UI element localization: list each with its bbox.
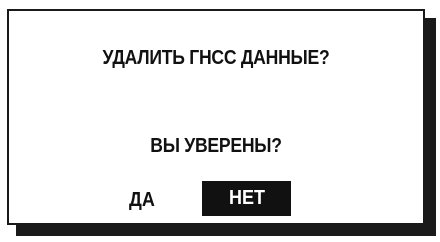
no-option-label: НЕТ <box>228 187 265 209</box>
no-option-selected[interactable]: НЕТ <box>202 181 291 216</box>
confirm-question: ВЫ УВЕРЕНЫ? <box>150 135 282 157</box>
confirm-dialog: УДАЛИТЬ ГНСС ДАННЫЕ? ВЫ УВЕРЕНЫ? ДА НЕТ <box>7 9 425 225</box>
yes-option[interactable]: ДА <box>129 189 155 212</box>
dialog-title: УДАЛИТЬ ГНСС ДАННЫЕ? <box>102 47 330 69</box>
